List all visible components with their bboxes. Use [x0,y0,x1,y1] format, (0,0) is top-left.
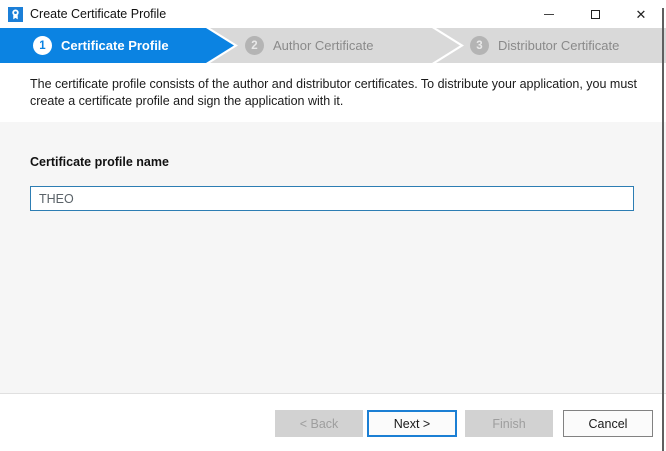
back-button[interactable]: < Back [275,410,363,437]
step-distributor-certificate: 3 Distributor Certificate [436,28,666,63]
window-right-edge [662,8,664,451]
maximize-icon [591,10,600,19]
form-area: Certificate profile name [0,122,666,393]
title-bar: Create Certificate Profile ✕ [0,0,666,28]
finish-button[interactable]: Finish [465,410,553,437]
step-3-label: Distributor Certificate [498,38,619,53]
profile-name-label: Certificate profile name [30,155,636,169]
close-button[interactable]: ✕ [618,0,664,28]
step-3-number: 3 [470,36,489,55]
step-2-number: 2 [245,36,264,55]
create-certificate-profile-dialog: Create Certificate Profile ✕ 1 Certifica… [0,0,666,451]
button-row: < Back Next > Finish Cancel [275,410,653,437]
next-button[interactable]: Next > [367,410,457,437]
maximize-button[interactable] [572,0,618,28]
step-1-label: Certificate Profile [61,38,169,53]
window-title: Create Certificate Profile [30,7,526,21]
close-icon: ✕ [636,8,647,21]
profile-name-input[interactable] [30,186,634,211]
cancel-button[interactable]: Cancel [563,410,653,437]
window-controls: ✕ [526,0,664,28]
wizard-description: The certificate profile consists of the … [0,63,666,122]
description-line-1: The certificate profile consists of the … [30,76,636,93]
wizard-step-bar: 1 Certificate Profile 2 Author Certifica… [0,28,666,63]
minimize-icon [544,14,554,15]
step-1-number: 1 [33,36,52,55]
certificate-badge-icon [8,7,23,22]
step-2-label: Author Certificate [273,38,373,53]
minimize-button[interactable] [526,0,572,28]
step-author-certificate: 2 Author Certificate [210,28,460,63]
description-line-2: create a certificate profile and sign th… [30,93,636,110]
footer: < Back Next > Finish Cancel [0,393,666,451]
step-certificate-profile: 1 Certificate Profile [0,28,234,63]
